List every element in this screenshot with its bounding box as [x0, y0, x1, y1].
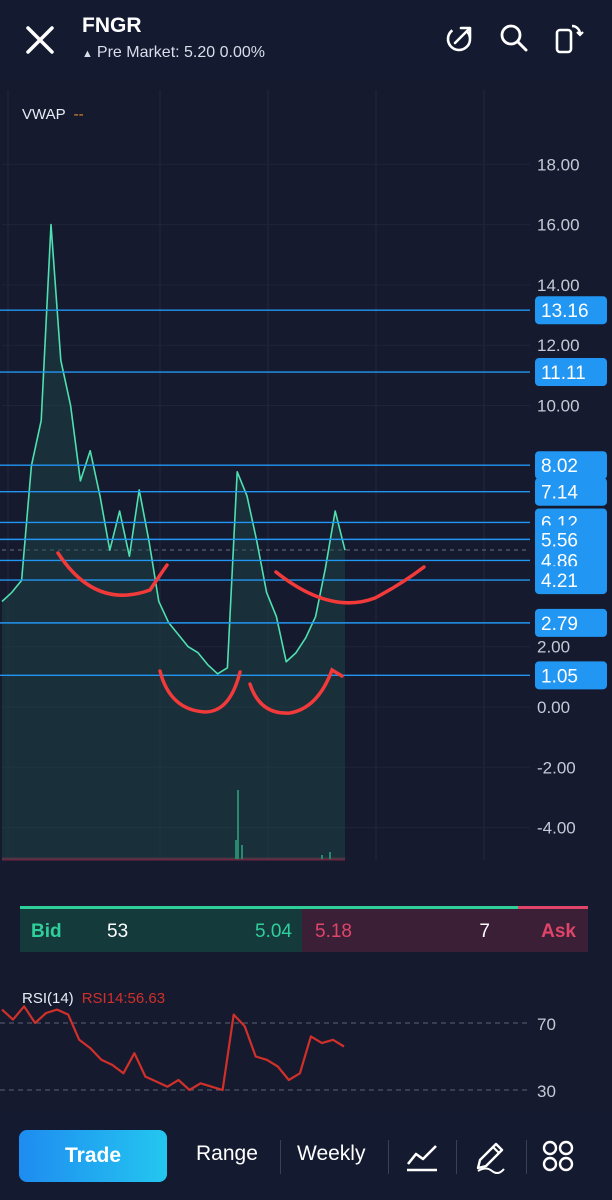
- search-icon[interactable]: [498, 22, 530, 54]
- level-tag-value: 1.05: [541, 666, 578, 687]
- close-icon[interactable]: [22, 22, 58, 58]
- price-axis-label: 12.00: [537, 336, 580, 355]
- level-tag-value: 13.16: [541, 301, 589, 322]
- rsi-label: RSI(14): [22, 990, 74, 1007]
- level-tag: 11.11: [535, 358, 607, 387]
- range-button[interactable]: Range: [196, 1142, 258, 1166]
- rsi-value: RSI14:56.63: [81, 990, 166, 1007]
- level-tag-value: 11.11: [541, 363, 586, 384]
- price-axis-label: -2.00: [537, 758, 576, 777]
- ask-price: 5.18: [315, 921, 352, 942]
- bell-icon: ▲: [82, 48, 93, 60]
- level-tag: 7.14: [535, 477, 607, 506]
- level-tag-value: 7.14: [541, 483, 578, 504]
- rsi-line: [1, 1005, 345, 1092]
- level-tag: 1.05: [535, 661, 607, 690]
- level-tag: 4.21: [535, 566, 607, 595]
- premarket-label: Pre Market:: [96, 44, 180, 61]
- price-axis-label: 2.00: [537, 638, 570, 657]
- price-axis-label: 10.00: [537, 397, 580, 416]
- price-axis-label: 18.00: [537, 155, 580, 174]
- rotate-screen-icon[interactable]: [552, 22, 584, 54]
- draw-pen-icon[interactable]: [472, 1138, 508, 1174]
- symbol-title: FNGR: [82, 14, 142, 37]
- vwap-label: VWAP: [22, 106, 66, 123]
- level-tag-value: 8.02: [541, 456, 578, 477]
- premarket-quote: ▲ Pre Market: 5.20 0.00%: [82, 44, 265, 62]
- divider: [456, 1140, 457, 1174]
- ask-size: 7: [479, 921, 490, 942]
- weekly-button[interactable]: Weekly: [297, 1142, 365, 1166]
- vwap-value: --: [73, 106, 84, 123]
- divider: [388, 1140, 389, 1174]
- rsi-indicator: RSI(14) RSI14:56.63: [22, 990, 165, 1007]
- premarket-price: 5.20: [184, 44, 216, 61]
- price-axis-label: 14.00: [537, 276, 580, 295]
- divider: [280, 1140, 281, 1174]
- price-axis-label: -4.00: [537, 819, 576, 838]
- trend-annotation: [274, 565, 426, 605]
- grid-menu-icon[interactable]: [540, 1138, 576, 1174]
- bid-label: Bid: [31, 921, 62, 942]
- price-chart[interactable]: 18.00 16.00 14.00 12.00 10.00 2.00 0.00 -2.00 -4…: [0, 82, 612, 862]
- rsi-axis-label: 70: [537, 1015, 556, 1034]
- share-icon[interactable]: [444, 22, 476, 54]
- level-tag-value: 4.21: [541, 571, 578, 592]
- price-axis-label: 0.00: [537, 698, 570, 717]
- bid-price: 5.04: [255, 921, 292, 942]
- price-axis-label: 16.00: [537, 216, 580, 235]
- indicator-chart-icon[interactable]: [404, 1138, 440, 1174]
- rsi-axis-label: 30: [537, 1082, 556, 1100]
- trade-button[interactable]: Trade: [19, 1130, 167, 1182]
- divider: [526, 1140, 527, 1174]
- vwap-indicator: VWAP --: [22, 106, 84, 123]
- premarket-change: 0.00%: [219, 44, 265, 61]
- level-tag-value: 2.79: [541, 614, 578, 635]
- bid-ask-bar: Bid 53 5.04 5.18 7 Ask: [20, 906, 588, 952]
- level-tag: 13.16: [535, 296, 607, 325]
- price-area: [2, 224, 345, 860]
- level-tag: 2.79: [535, 608, 607, 637]
- ask-label: Ask: [541, 921, 576, 942]
- level-tag: 8.02: [535, 451, 607, 480]
- bid-size: 53: [107, 921, 128, 942]
